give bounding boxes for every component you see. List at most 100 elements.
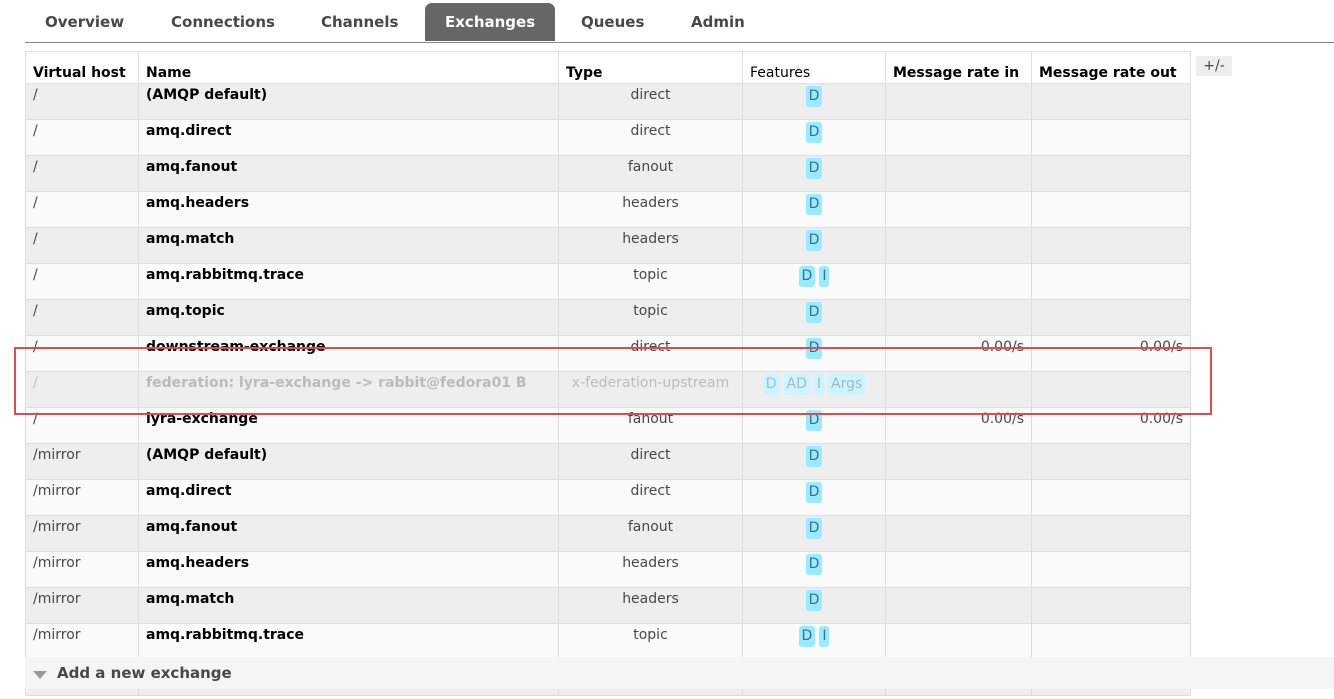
feature-badge[interactable]: D: [798, 266, 816, 287]
features-cell: D: [742, 443, 886, 480]
table-row: / amq.direct direct D: [25, 119, 1191, 156]
feature-badge[interactable]: D: [805, 446, 823, 467]
type-cell: topic: [558, 299, 743, 336]
tab-overview[interactable]: Overview: [25, 3, 144, 41]
table-row: /mirror amq.fanout fanout D: [25, 515, 1191, 552]
type-cell: headers: [558, 227, 743, 264]
rate-in-cell: [885, 83, 1032, 120]
exchange-name-link[interactable]: amq.headers: [138, 551, 559, 588]
type-cell: headers: [558, 587, 743, 624]
vhost-cell: /: [25, 299, 139, 336]
type-cell: fanout: [558, 515, 743, 552]
rate-out-cell: [1031, 551, 1191, 588]
table-row: / amq.headers headers D: [25, 191, 1191, 228]
features-cell: D: [742, 227, 886, 264]
exchange-name-link[interactable]: amq.direct: [138, 119, 559, 156]
tab-queues[interactable]: Queues: [561, 3, 664, 41]
vhost-cell: /mirror: [25, 623, 139, 660]
header-type[interactable]: Type: [558, 51, 743, 84]
tab-admin[interactable]: Admin: [671, 3, 765, 41]
type-cell: headers: [558, 551, 743, 588]
rate-in-cell: [885, 119, 1032, 156]
rate-out-cell: [1031, 263, 1191, 300]
vhost-cell: /: [25, 155, 139, 192]
feature-badge[interactable]: I: [819, 626, 830, 647]
exchange-name-link[interactable]: amq.direct: [138, 479, 559, 516]
table-header-row: Virtual host Name Type Features Message …: [25, 51, 1191, 84]
feature-badge[interactable]: D: [805, 122, 823, 143]
header-name[interactable]: Name: [138, 51, 559, 84]
feature-badge[interactable]: D: [805, 86, 823, 107]
header-message-rate-in[interactable]: Message rate in: [885, 51, 1032, 84]
table-row: /mirror (AMQP default) direct D: [25, 443, 1191, 480]
type-cell: direct: [558, 479, 743, 516]
exchange-name-link[interactable]: amq.headers: [138, 191, 559, 228]
feature-badge[interactable]: D: [798, 626, 816, 647]
vhost-cell: /: [25, 83, 139, 120]
features-cell: D: [742, 515, 886, 552]
header-virtual-host[interactable]: Virtual host: [25, 51, 139, 84]
vhost-cell: /: [25, 191, 139, 228]
features-cell: D: [742, 479, 886, 516]
table-row: /mirror amq.rabbitmq.trace topic D I: [25, 623, 1191, 660]
header-features: Features: [742, 51, 886, 84]
rate-out-cell: [1031, 299, 1191, 336]
tab-exchanges[interactable]: Exchanges: [425, 3, 556, 41]
rate-in-cell: [885, 479, 1032, 516]
feature-badge[interactable]: D: [805, 518, 823, 539]
highlight-box: [14, 347, 1212, 415]
rate-in-cell: [885, 623, 1032, 660]
features-cell: DI: [742, 623, 886, 660]
features-cell: D: [742, 155, 886, 192]
exchange-name-link[interactable]: amq.topic: [138, 299, 559, 336]
exchange-name-link[interactable]: amq.fanout: [138, 515, 559, 552]
features-cell: D: [742, 551, 886, 588]
add-exchange-label: Add a new exchange: [57, 664, 232, 682]
vhost-cell: /: [25, 119, 139, 156]
rate-in-cell: [885, 263, 1032, 300]
feature-badge[interactable]: D: [805, 230, 823, 251]
features-cell: D: [742, 191, 886, 228]
vhost-cell: /mirror: [25, 515, 139, 552]
type-cell: headers: [558, 191, 743, 228]
table-row: /mirror amq.direct direct D: [25, 479, 1191, 516]
vhost-cell: /: [25, 227, 139, 264]
features-cell: D: [742, 83, 886, 120]
rate-in-cell: [885, 299, 1032, 336]
exchange-name-link[interactable]: amq.match: [138, 587, 559, 624]
tab-channels[interactable]: Channels: [301, 3, 418, 41]
rate-out-cell: [1031, 155, 1191, 192]
add-exchange-section-toggle[interactable]: Add a new exchange: [25, 657, 1334, 689]
columns-toggle-button[interactable]: +/-: [1196, 56, 1232, 76]
header-message-rate-out[interactable]: Message rate out: [1031, 51, 1191, 84]
vhost-cell: /mirror: [25, 479, 139, 516]
rate-out-cell: [1031, 119, 1191, 156]
feature-badge[interactable]: D: [805, 590, 823, 611]
feature-badge[interactable]: D: [805, 482, 823, 503]
rate-in-cell: [885, 191, 1032, 228]
exchange-name-link[interactable]: (AMQP default): [138, 83, 559, 120]
vhost-cell: /mirror: [25, 551, 139, 588]
table-row: / amq.match headers D: [25, 227, 1191, 264]
type-cell: topic: [558, 623, 743, 660]
type-cell: topic: [558, 263, 743, 300]
type-cell: direct: [558, 443, 743, 480]
exchange-name-link[interactable]: amq.match: [138, 227, 559, 264]
exchange-name-link[interactable]: (AMQP default): [138, 443, 559, 480]
feature-badge[interactable]: I: [819, 266, 830, 287]
feature-badge[interactable]: D: [805, 302, 823, 323]
features-cell: D: [742, 587, 886, 624]
feature-badge[interactable]: D: [805, 194, 823, 215]
triangle-down-icon: [33, 671, 47, 679]
exchange-name-link[interactable]: amq.rabbitmq.trace: [138, 623, 559, 660]
feature-badge[interactable]: D: [805, 158, 823, 179]
rate-out-cell: [1031, 587, 1191, 624]
exchange-name-link[interactable]: amq.rabbitmq.trace: [138, 263, 559, 300]
table-row: /mirror amq.match headers D: [25, 587, 1191, 624]
table-row: / amq.topic topic D: [25, 299, 1191, 336]
rate-in-cell: [885, 587, 1032, 624]
feature-badge[interactable]: D: [805, 554, 823, 575]
exchange-name-link[interactable]: amq.fanout: [138, 155, 559, 192]
tab-connections[interactable]: Connections: [151, 3, 295, 41]
table-row: / amq.fanout fanout D: [25, 155, 1191, 192]
